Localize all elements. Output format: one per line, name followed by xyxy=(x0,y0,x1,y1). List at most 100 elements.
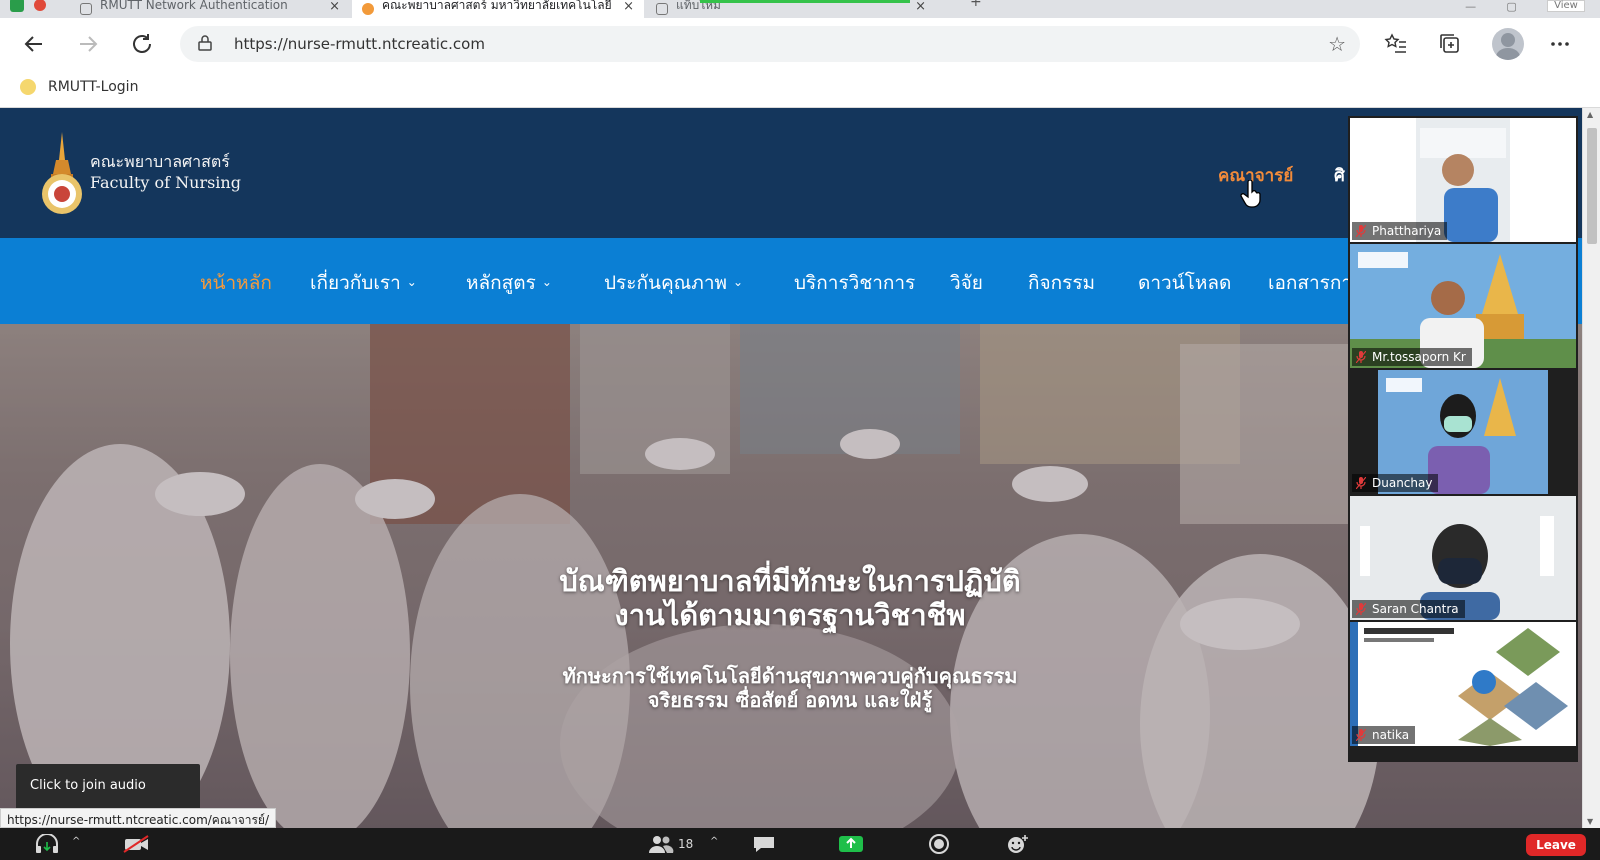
nav-about[interactable]: เกี่ยวกับเรา ⌄ xyxy=(310,268,417,298)
participant-name-tag: Saran Chantra xyxy=(1352,600,1465,618)
profile-avatar[interactable] xyxy=(1492,28,1524,60)
pinned-tabs[interactable] xyxy=(0,0,70,18)
muted-mic-icon xyxy=(1356,351,1366,363)
participant-tile[interactable]: natika xyxy=(1350,622,1576,746)
participant-gallery: Phatthariya Mr.tossaporn Kr Duanchay Sar… xyxy=(1348,116,1578,762)
participant-tile[interactable]: Saran Chantra xyxy=(1350,496,1576,620)
participants-icon xyxy=(649,836,674,853)
forward-icon[interactable] xyxy=(74,30,102,58)
favorites-icon[interactable] xyxy=(1382,30,1410,58)
start-video-button[interactable] xyxy=(122,834,152,854)
scroll-up-icon[interactable]: ▲ xyxy=(1587,110,1593,119)
scroll-down-icon[interactable]: ▼ xyxy=(1587,817,1593,826)
nav-curriculum[interactable]: หลักสูตร ⌄ xyxy=(466,268,552,298)
muted-mic-icon xyxy=(1356,477,1366,489)
chat-button[interactable] xyxy=(752,834,776,854)
nav-research[interactable]: วิจัย xyxy=(950,268,983,298)
participant-name: Saran Chantra xyxy=(1372,602,1459,616)
share-screen-button[interactable] xyxy=(838,834,864,854)
hero-headline: บัณฑิตพยาบาลที่มีทักษะในการปฏิบัติ งานได… xyxy=(360,564,1220,632)
url-text[interactable]: https://nurse-rmutt.ntcreatic.com xyxy=(234,35,485,53)
nav-documents[interactable]: เอกสารกา xyxy=(1268,268,1352,298)
tab-close-icon[interactable]: × xyxy=(329,0,340,14)
status-url-text: https://nurse-rmutt.ntcreatic.com/คณาจาร… xyxy=(7,813,269,827)
collections-icon[interactable] xyxy=(1436,30,1464,58)
university-emblem-icon xyxy=(42,132,82,214)
reactions-button[interactable] xyxy=(1006,834,1030,854)
participant-name: Mr.tossaporn Kr xyxy=(1372,350,1466,364)
new-tab-page-icon xyxy=(656,3,668,15)
video-off-icon xyxy=(123,835,149,853)
nav-label: ดาวน์โหลด xyxy=(1138,272,1232,294)
join-audio-button[interactable] xyxy=(34,833,60,854)
tab-close-icon[interactable]: × xyxy=(915,0,926,14)
nav-label: หลักสูตร xyxy=(466,272,536,294)
nav-activities[interactable]: กิจกรรม xyxy=(1028,268,1095,298)
tab-faculty-of-nursing[interactable]: คณะพยาบาลศาสตร์ มหาวิทยาลัยเทคโนโลยี × xyxy=(352,0,644,18)
participant-name: Phatthariya xyxy=(1372,224,1442,238)
tab-loading-bar xyxy=(700,0,910,3)
participant-name: natika xyxy=(1372,728,1410,742)
participant-tile[interactable]: Mr.tossaporn Kr xyxy=(1350,244,1576,368)
back-icon[interactable] xyxy=(20,30,48,58)
participants-count: 18 xyxy=(678,837,694,851)
faculty-logo[interactable]: คณะพยาบาลศาสตร์ Faculty of Nursing xyxy=(38,130,241,216)
meeting-controls-bar: ^ 18 ^ Leave xyxy=(0,828,1600,860)
lock-icon[interactable] xyxy=(198,35,212,51)
page-scrollbar[interactable]: ▲ ▼ xyxy=(1582,108,1600,828)
extension-icon[interactable] xyxy=(10,0,24,12)
window-controls: — ▢ View xyxy=(1450,0,1600,18)
leave-meeting-button[interactable]: Leave xyxy=(1526,834,1586,856)
participants-options-chevron-icon[interactable]: ^ xyxy=(710,836,718,856)
add-favorite-icon[interactable]: ☆ xyxy=(1328,32,1346,56)
bookmark-label: RMUTT-Login xyxy=(48,79,139,95)
participant-name-tag: natika xyxy=(1352,726,1416,744)
nav-download[interactable]: ดาวน์โหลด xyxy=(1138,268,1231,298)
address-bar[interactable]: https://nurse-rmutt.ntcreatic.com ☆ xyxy=(180,26,1360,62)
refresh-icon[interactable] xyxy=(128,30,156,58)
share-screen-icon xyxy=(839,836,863,852)
web-page: คณะพยาบาลศาสตร์ Faculty of Nursing คณาจา… xyxy=(0,108,1582,828)
maximize-icon[interactable]: ▢ xyxy=(1506,0,1516,18)
record-icon xyxy=(929,834,949,854)
nav-label: กิจกรรม xyxy=(1028,272,1096,294)
site-favicon-icon xyxy=(362,3,374,15)
headphones-icon xyxy=(36,833,58,853)
participant-tile[interactable]: Phatthariya xyxy=(1350,118,1576,242)
site-header: คณะพยาบาลศาสตร์ Faculty of Nursing คณาจา… xyxy=(0,108,1582,238)
nav-quality-assurance[interactable]: ประกันคุณภาพ ⌄ xyxy=(604,268,743,298)
hero-headline-line-2: งานได้ตามมาตรฐานวิชาชีพ xyxy=(614,598,966,632)
nav-label: วิจัย xyxy=(950,272,983,294)
minimize-icon[interactable]: — xyxy=(1465,0,1476,18)
screen: RMUTT Network Authentication × คณะพยาบาล… xyxy=(0,0,1600,860)
participant-name-tag: Duanchay xyxy=(1352,474,1439,492)
nav-home[interactable]: หน้าหลัก xyxy=(200,268,272,298)
participants-button[interactable]: 18 xyxy=(648,834,693,854)
participant-tile[interactable]: Duanchay xyxy=(1350,370,1576,494)
more-options-icon[interactable] xyxy=(1546,30,1574,58)
muted-mic-icon xyxy=(1356,225,1366,237)
nav-label: บริการวิชาการ xyxy=(794,272,916,294)
scrollbar-thumb[interactable] xyxy=(1587,128,1597,244)
reactions-icon xyxy=(1008,835,1028,853)
chevron-down-icon: ⌄ xyxy=(733,275,744,289)
tab-close-icon[interactable]: × xyxy=(623,0,634,14)
audio-options-chevron-icon[interactable]: ^ xyxy=(72,836,80,856)
participant-name-tag: Phatthariya xyxy=(1352,222,1448,240)
nav-label: เกี่ยวกับเรา xyxy=(310,272,401,294)
tab-title: RMUTT Network Authentication xyxy=(100,0,288,12)
tab-title: คณะพยาบาลศาสตร์ มหาวิทยาลัยเทคโนโลยี xyxy=(382,0,612,12)
nav-academic-service[interactable]: บริการวิชาการ xyxy=(794,268,915,298)
bookmark-rmutt-login[interactable]: RMUTT-Login xyxy=(20,79,138,95)
tab-network-authentication[interactable]: RMUTT Network Authentication × xyxy=(70,0,350,18)
chevron-down-icon: ⌄ xyxy=(406,275,417,289)
nav-label: ประกันคุณภาพ xyxy=(604,272,728,294)
hand-pointer-cursor-icon xyxy=(1240,180,1261,208)
hero-headline-line-1: บัณฑิตพยาบาลที่มีทักษะในการปฏิบัติ xyxy=(559,564,1021,598)
new-tab-button[interactable]: + xyxy=(970,0,982,10)
join-audio-tooltip: Click to join audio xyxy=(16,764,200,818)
record-button[interactable] xyxy=(928,834,950,854)
view-button[interactable]: View xyxy=(1547,0,1585,12)
bookmark-favicon-icon xyxy=(20,79,36,95)
participant-name-tag: Mr.tossaporn Kr xyxy=(1352,348,1472,366)
